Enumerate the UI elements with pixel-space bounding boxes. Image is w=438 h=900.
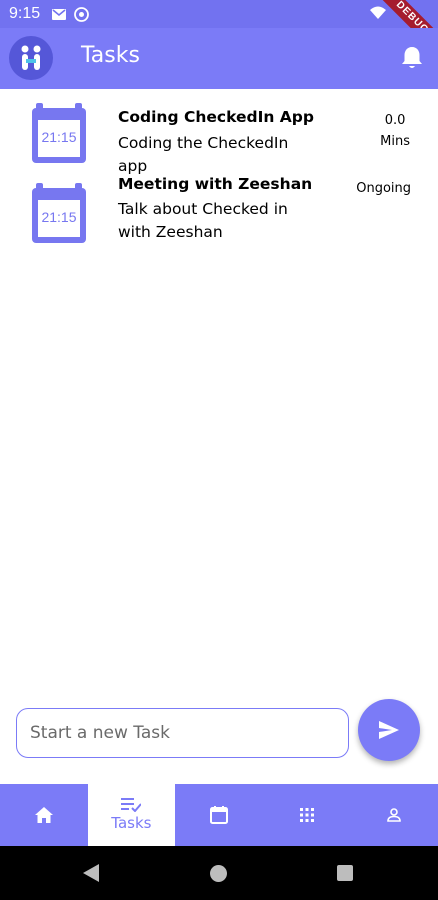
page-title: Tasks bbox=[81, 43, 140, 68]
home-icon bbox=[34, 807, 53, 823]
home-button-icon[interactable] bbox=[210, 865, 227, 882]
status-bar: 9:15 DEBUG bbox=[0, 0, 438, 67]
send-icon bbox=[379, 721, 399, 739]
bottom-nav: Tasks bbox=[0, 784, 438, 846]
task-description: Talk about Checked in with Zeeshan bbox=[118, 200, 288, 241]
tasks-icon bbox=[121, 798, 142, 812]
back-icon[interactable] bbox=[83, 864, 99, 882]
nav-item-tasks[interactable]: Tasks bbox=[87, 784, 176, 846]
new-task-input[interactable] bbox=[16, 708, 349, 758]
task-row[interactable]: 21:15 Meeting with Zeeshan Talk about Ch… bbox=[0, 174, 438, 254]
profile-icon bbox=[387, 808, 401, 822]
wifi-icon bbox=[370, 6, 386, 19]
system-nav-bar bbox=[0, 846, 438, 900]
task-title: Coding CheckedIn App bbox=[118, 108, 314, 126]
task-title: Meeting with Zeeshan bbox=[118, 175, 313, 193]
task-time: 21:15 bbox=[41, 209, 77, 225]
status-icons-right bbox=[370, 6, 386, 19]
task-status-value: 0.0 bbox=[384, 113, 406, 128]
nav-label-tasks: Tasks bbox=[111, 814, 152, 832]
bell-icon[interactable] bbox=[400, 45, 424, 71]
apps-grid-icon bbox=[299, 808, 314, 822]
task-description: Coding the CheckedIn app bbox=[118, 134, 289, 175]
app-bar: Tasks bbox=[0, 28, 438, 89]
send-button[interactable] bbox=[358, 699, 420, 761]
sync-icon bbox=[74, 6, 90, 22]
task-time: 21:15 bbox=[41, 129, 77, 145]
task-status: 0.0 Mins bbox=[380, 110, 410, 152]
task-row[interactable]: 21:15 Coding CheckedIn App Coding the Ch… bbox=[0, 96, 438, 175]
status-icons-left bbox=[52, 6, 90, 22]
app-logo-icon bbox=[9, 36, 53, 80]
recents-icon[interactable] bbox=[337, 865, 353, 881]
calendar-icon bbox=[209, 806, 228, 824]
status-time: 9:15 bbox=[9, 5, 41, 22]
task-list: 21:15 Coding CheckedIn App Coding the Ch… bbox=[0, 96, 438, 254]
nav-item-home[interactable] bbox=[0, 784, 88, 846]
gmail-icon bbox=[52, 8, 67, 20]
task-status: Ongoing bbox=[356, 178, 411, 199]
task-status-value: Ongoing bbox=[356, 181, 411, 196]
task-status-unit: Mins bbox=[380, 134, 410, 149]
nav-item-apps[interactable] bbox=[263, 784, 351, 846]
nav-item-profile[interactable] bbox=[350, 784, 438, 846]
nav-item-calendar[interactable] bbox=[175, 784, 263, 846]
